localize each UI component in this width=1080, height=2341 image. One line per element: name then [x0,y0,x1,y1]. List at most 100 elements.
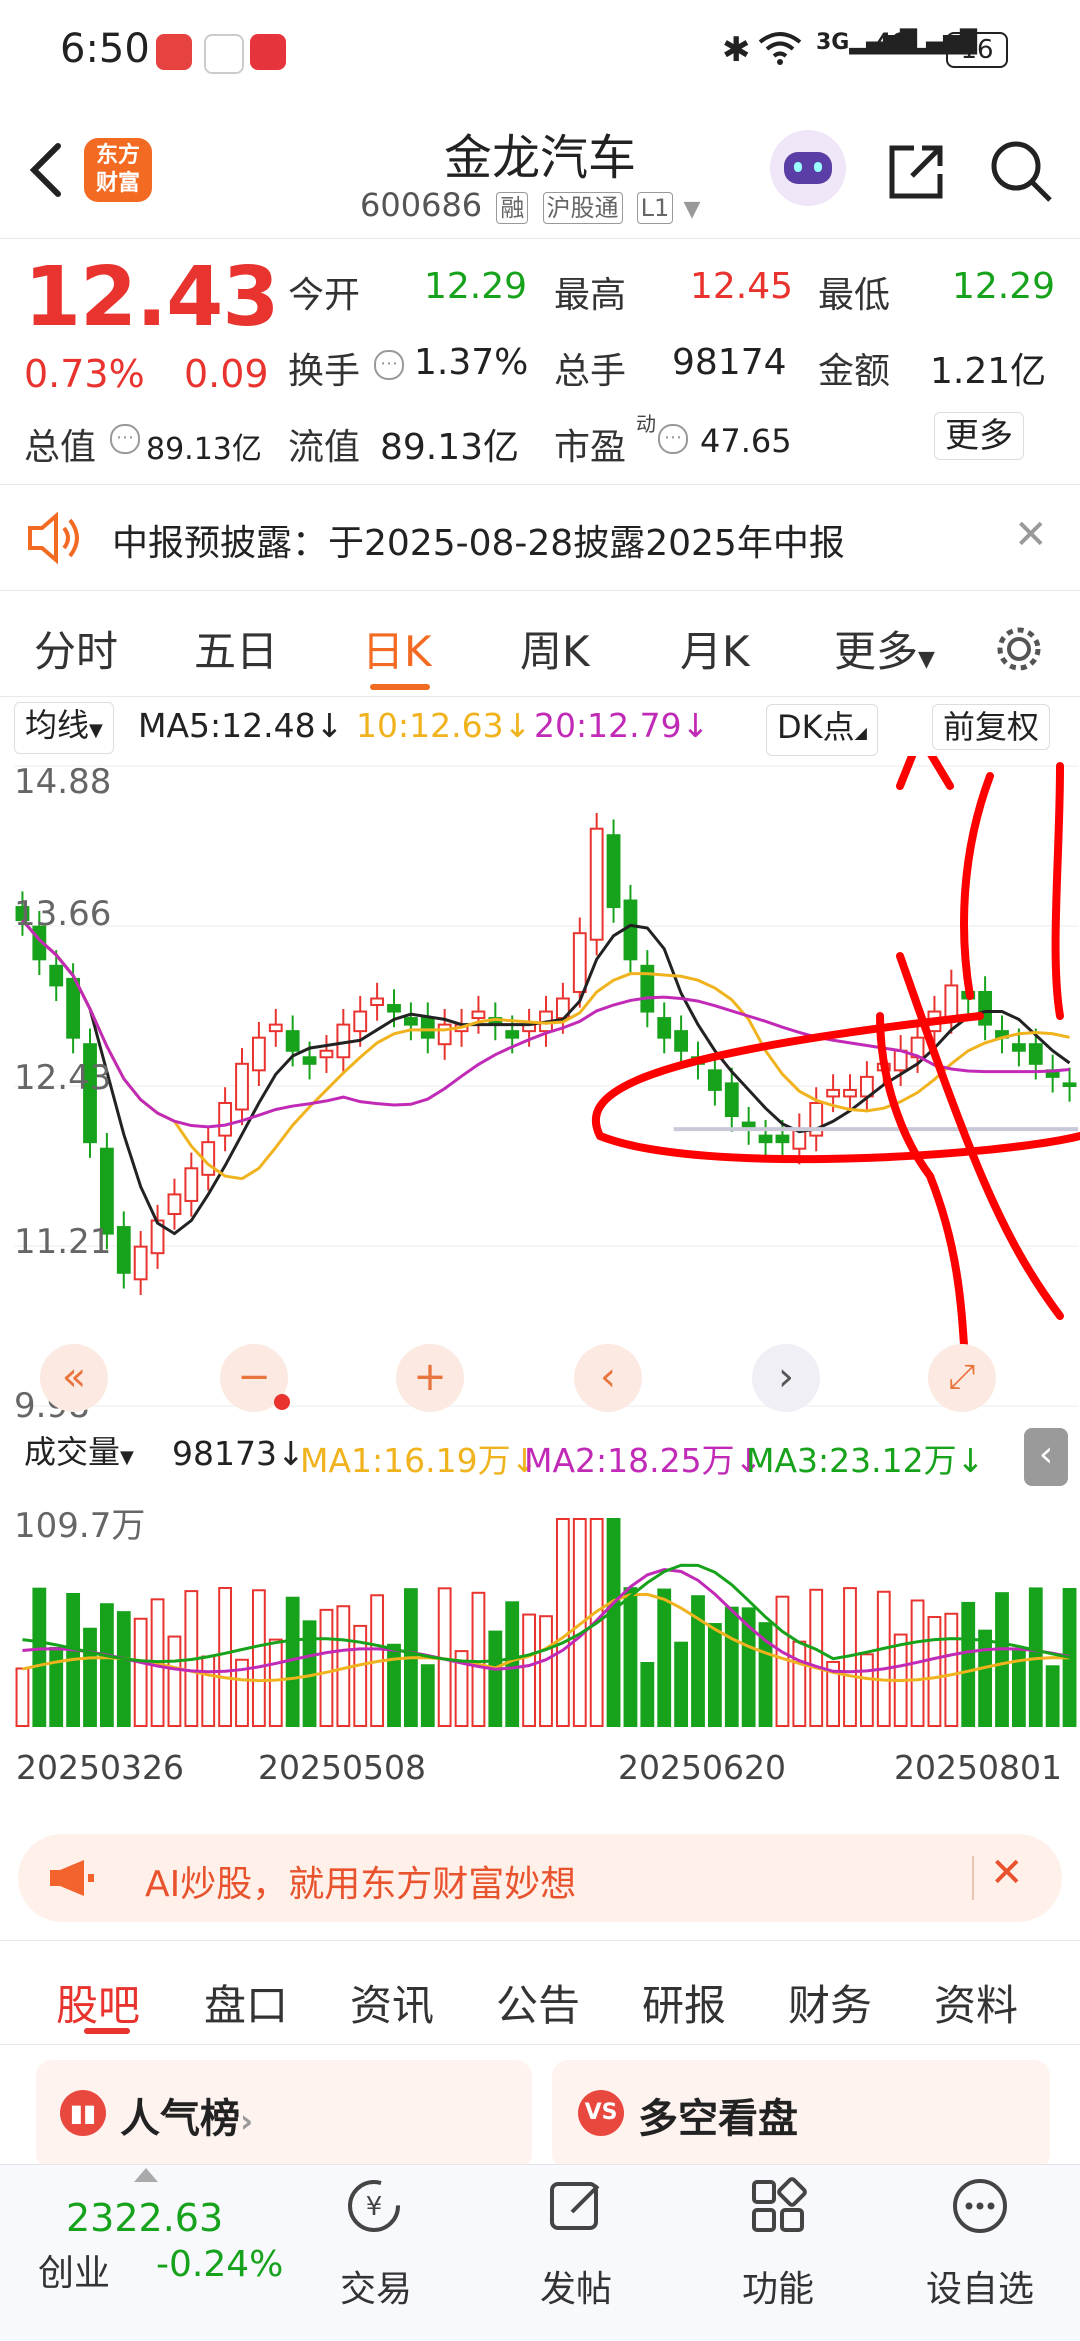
volume-chart[interactable] [0,1488,1080,1738]
close-icon[interactable]: ✕ [1014,512,1048,558]
mktcap-label: 总值 [24,427,97,468]
high-label: 最高 [554,275,627,316]
amount-value: 1.21亿 [930,351,1047,392]
robot-assistant-icon[interactable] [770,130,846,206]
info-icon[interactable]: ⋯ [658,424,688,454]
popularity-card[interactable] [36,2060,532,2170]
change-percent: 0.73% [24,352,145,396]
ma-selector[interactable]: 均线▼ [14,702,114,754]
ai-banner-text[interactable]: AI炒股，就用东方财富妙想 [145,1855,576,1907]
nav-trade[interactable]: 交易 [340,2260,412,2312]
candle [826,1088,841,1098]
candle [775,1134,790,1144]
vol-ma2: MA2:18.25万↓ [524,1441,763,1480]
tab-research[interactable]: 研报 [642,1972,726,2033]
volume-bar [927,1616,942,1728]
price-axis-tick: 11.21 [14,1222,112,1262]
more-dots-icon[interactable] [950,2176,1010,2236]
divider [0,484,1080,485]
candle [1011,1043,1026,1052]
date-label: 20250508 [258,1748,426,1787]
candle [116,1226,131,1274]
functions-icon[interactable] [748,2176,808,2236]
volume-bar [522,1613,537,1727]
tab-more[interactable]: 更多▼ [834,618,935,679]
tab-news[interactable]: 资讯 [350,1972,434,2033]
volume-bar [657,1588,672,1727]
volume-bar [15,1667,30,1727]
collapse-panel-button[interactable]: ‹ [1024,1428,1068,1486]
close-icon[interactable]: ✕ [990,1850,1024,1896]
tab-announcements[interactable]: 公告 [496,1972,580,2033]
share-icon[interactable] [884,140,948,204]
hand-drawn-annotation [960,772,994,1000]
volume-bar [201,1655,216,1728]
change-amount: 0.09 [184,352,269,396]
search-icon[interactable] [988,138,1054,204]
candle [184,1167,199,1202]
tab-forum[interactable]: 股吧 [56,1972,140,2033]
candle [268,1023,283,1033]
candle [572,932,587,993]
notification-dot [274,1394,290,1410]
candle [133,1245,148,1281]
candle [420,1017,435,1039]
tab-five-day[interactable]: 五日 [194,618,278,679]
turnover-value: 1.37% [414,342,529,383]
nav-functions[interactable]: 功能 [742,2260,814,2312]
nav-add-watchlist[interactable]: 设自选 [926,2260,1034,2312]
candle [1062,1082,1077,1088]
index-name[interactable]: 创业 [38,2244,110,2296]
settings-gear-icon[interactable] [994,624,1044,674]
chevron-down-icon[interactable]: ▼ [683,197,700,222]
volume-bar [420,1664,435,1728]
index-value[interactable]: 2322.63 [66,2196,223,2240]
expand-icon[interactable]: ⤢ [928,1344,996,1412]
trade-icon[interactable]: ¥ [344,2176,404,2236]
volume-bar [674,1641,689,1728]
volume-bar [49,1646,64,1727]
tab-monthly-k[interactable]: 月K [680,618,750,679]
notice-text[interactable]: 中报预披露：于2025-08-28披露2025年中报 [112,514,845,566]
caret-up-icon[interactable] [134,2168,158,2182]
gift-icon [250,34,286,70]
dk-point-button[interactable]: DK点◢ [766,704,878,756]
volume-bar [809,1588,824,1727]
more-button[interactable]: 更多 [934,412,1024,460]
volume-selector[interactable]: 成交量▼ [14,1430,144,1480]
nav-post[interactable]: 发帖 [540,2260,612,2312]
info-icon[interactable]: ⋯ [110,424,140,454]
tab-daily-k[interactable]: 日K [362,618,432,679]
index-change[interactable]: -0.24% [156,2244,283,2285]
current-price: 12.43 [24,250,279,345]
open-value: 12.29 [424,266,528,307]
zoom-in-button[interactable]: + [396,1344,464,1412]
candlestick-chart[interactable] [0,756,1080,1426]
volume-bar [995,1592,1009,1727]
info-icon[interactable]: ⋯ [374,350,404,380]
tab-order-book[interactable]: 盘口 [204,1972,288,2033]
ma20-value: 20:12.79↓ [534,706,710,745]
scroll-left-button[interactable]: « [40,1344,108,1412]
post-icon[interactable] [546,2176,606,2236]
app-icon [204,34,244,74]
prev-button[interactable]: ‹ [574,1344,642,1412]
tab-more-label: 更多 [834,627,919,676]
dk-label: DK点 [777,708,855,746]
candle [235,1062,249,1111]
ma-selector-label: 均线 [25,706,90,744]
tab-profile[interactable]: 资料 [934,1972,1018,2033]
volume-bar [640,1662,655,1727]
adjust-button[interactable]: 前复权 [932,704,1051,750]
volume-bar [167,1635,182,1727]
bull-bear-card[interactable] [552,2060,1050,2170]
float-value: 89.13亿 [380,427,520,468]
pe-superscript: 动 [636,412,656,436]
volume-label: 总手 [554,351,627,392]
tab-financials[interactable]: 财务 [788,1972,872,2033]
tab-intraday[interactable]: 分时 [34,618,118,679]
chevron-right-icon: › [240,2102,254,2140]
volume-bar [961,1601,976,1727]
next-button[interactable]: › [752,1344,820,1412]
tab-weekly-k[interactable]: 周K [520,618,590,679]
